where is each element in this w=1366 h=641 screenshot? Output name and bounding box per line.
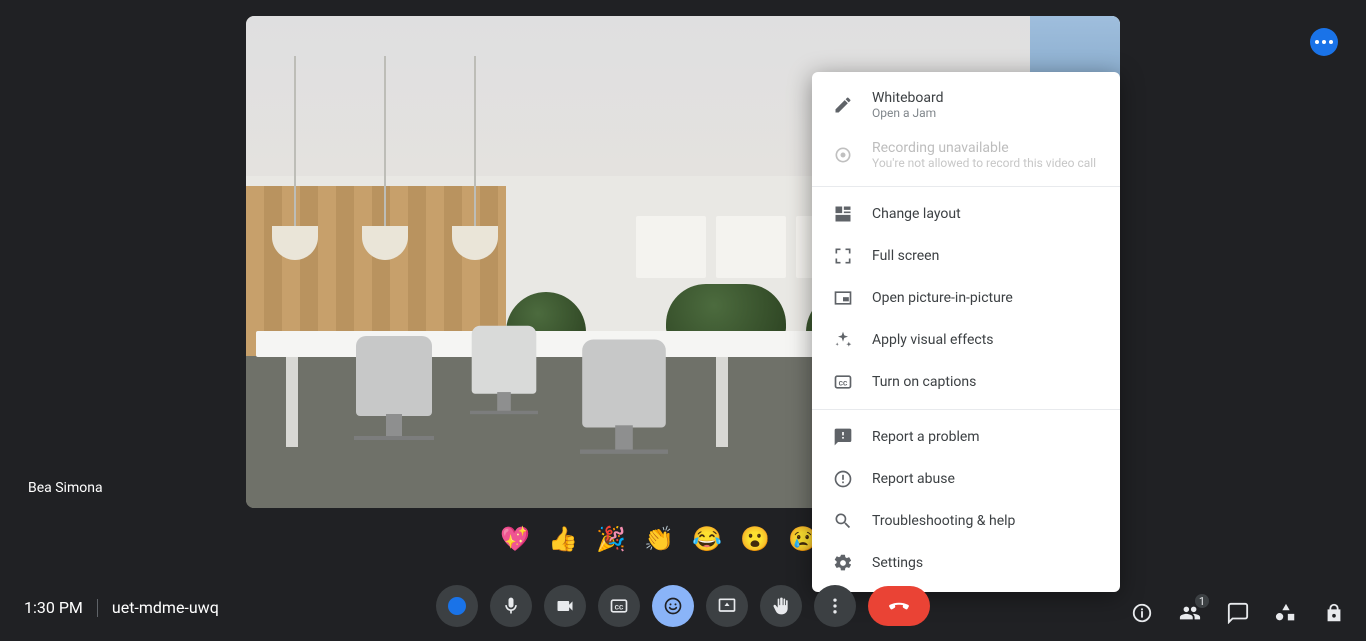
menu-full-screen[interactable]: Full screen — [812, 235, 1120, 277]
meeting-code: uet-mdme-uwq — [112, 598, 219, 617]
people-button[interactable]: 1 — [1178, 601, 1202, 625]
warning-icon — [832, 468, 854, 490]
reaction-laugh[interactable]: 😂 — [692, 524, 722, 554]
pip-icon — [832, 287, 854, 309]
smile-icon — [663, 596, 683, 616]
clock-time: 1:30 PM — [24, 598, 83, 617]
reactions-button[interactable] — [652, 585, 694, 627]
microphone-button[interactable] — [490, 585, 532, 627]
separator — [97, 599, 98, 617]
info-icon — [1131, 602, 1153, 624]
lock-icon — [1323, 602, 1345, 624]
phone-hangup-icon — [886, 593, 912, 619]
reaction-wow[interactable]: 😮 — [740, 524, 770, 554]
captions-button[interactable]: CC — [598, 585, 640, 627]
reaction-thumbsup[interactable]: 👍 — [548, 524, 578, 554]
menu-report-problem[interactable]: Report a problem — [812, 416, 1120, 458]
bottom-bar: 1:30 PM uet-mdme-uwq CC — [0, 569, 1366, 641]
present-icon — [717, 596, 737, 616]
menu-captions[interactable]: CC Turn on captions — [812, 361, 1120, 403]
menu-visual-effects[interactable]: Apply visual effects — [812, 319, 1120, 361]
people-count-badge: 1 — [1194, 593, 1210, 609]
leave-call-button[interactable] — [868, 586, 930, 626]
chat-button[interactable] — [1226, 601, 1250, 625]
more-vert-icon — [825, 596, 845, 616]
hand-icon — [771, 596, 791, 616]
host-controls-button[interactable] — [1322, 601, 1346, 625]
shapes-icon — [1275, 602, 1297, 624]
cc-icon: CC — [609, 596, 629, 616]
fullscreen-icon — [832, 245, 854, 267]
meeting-info-text: 1:30 PM uet-mdme-uwq — [24, 598, 219, 617]
menu-recording-sub: You're not allowed to record this video … — [872, 156, 1096, 170]
menu-troubleshoot[interactable]: Troubleshooting & help — [812, 500, 1120, 542]
help-icon — [832, 510, 854, 532]
self-preview-button[interactable] — [436, 585, 478, 627]
feedback-icon — [832, 426, 854, 448]
call-controls: CC — [436, 585, 930, 627]
menu-recording-title: Recording unavailable — [872, 140, 1096, 156]
menu-whiteboard-sub: Open a Jam — [872, 106, 944, 120]
menu-pip[interactable]: Open picture-in-picture — [812, 277, 1120, 319]
svg-text:CC: CC — [615, 603, 624, 611]
record-icon — [832, 144, 854, 166]
activities-button[interactable] — [1274, 601, 1298, 625]
menu-report-abuse[interactable]: Report abuse — [812, 458, 1120, 500]
more-options-menu: WhiteboardOpen a Jam Recording unavailab… — [812, 72, 1120, 592]
menu-whiteboard[interactable]: WhiteboardOpen a Jam — [812, 80, 1120, 130]
camera-button[interactable] — [544, 585, 586, 627]
chat-icon — [1227, 602, 1249, 624]
participant-name: Bea Simona — [28, 480, 103, 496]
microphone-icon — [501, 596, 521, 616]
layout-icon — [832, 203, 854, 225]
overflow-fab[interactable] — [1310, 28, 1338, 56]
more-options-button[interactable] — [814, 585, 856, 627]
svg-text:CC: CC — [839, 379, 848, 387]
meeting-details-button[interactable] — [1130, 601, 1154, 625]
right-panel-icons: 1 — [1130, 601, 1346, 625]
reaction-clap[interactable]: 👏 — [644, 524, 674, 554]
cc-icon: CC — [832, 371, 854, 393]
menu-recording: Recording unavailableYou're not allowed … — [812, 130, 1120, 180]
reaction-party[interactable]: 🎉 — [596, 524, 626, 554]
pencil-icon — [832, 94, 854, 116]
dot-icon — [448, 597, 466, 615]
camera-icon — [555, 596, 575, 616]
menu-change-layout[interactable]: Change layout — [812, 193, 1120, 235]
raise-hand-button[interactable] — [760, 585, 802, 627]
menu-whiteboard-title: Whiteboard — [872, 90, 944, 106]
reaction-heart[interactable]: 💖 — [500, 524, 530, 554]
present-button[interactable] — [706, 585, 748, 627]
sparkle-icon — [832, 329, 854, 351]
